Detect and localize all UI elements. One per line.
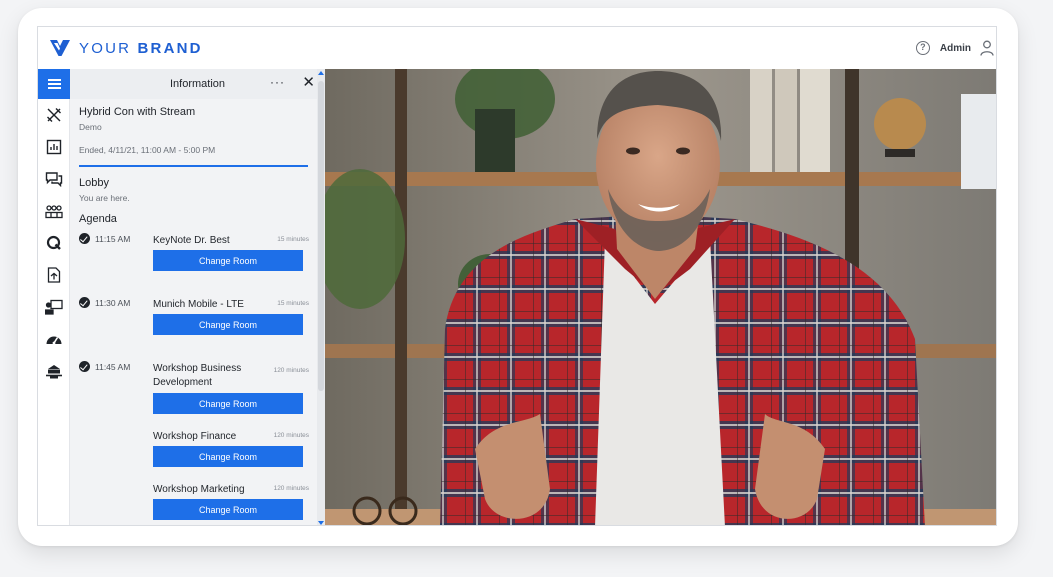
brand-logo[interactable]: YOUR BRAND <box>50 38 203 58</box>
more-options-button[interactable]: ··· <box>270 75 285 89</box>
lobby-subtitle: You are here. <box>79 193 130 203</box>
tools-icon[interactable] <box>38 99 70 131</box>
menu-icon[interactable] <box>38 69 70 99</box>
scroll-thumb[interactable] <box>318 81 324 391</box>
agenda-session-title: KeyNote Dr. Best <box>153 235 230 246</box>
agenda-duration: 120 minutes <box>273 432 309 439</box>
presenter-icon[interactable] <box>38 291 70 323</box>
agenda-time: 11:30 AM <box>95 298 131 308</box>
change-room-button[interactable]: Change Room <box>153 499 303 520</box>
booth-icon[interactable] <box>38 355 70 387</box>
brand-name-light: YOUR <box>79 39 132 57</box>
event-title: Hybrid Con with Stream <box>79 106 196 118</box>
lobby-title[interactable]: Lobby <box>79 177 308 189</box>
panel-body: Hybrid Con with Stream Demo Ended, 4/11/… <box>79 106 309 525</box>
qa-icon[interactable] <box>38 227 70 259</box>
panel-scrollbar[interactable] <box>317 69 325 525</box>
event-subtitle: Demo <box>79 122 102 132</box>
brand-name: YOUR BRAND <box>79 40 203 57</box>
change-room-button[interactable]: Change Room <box>153 393 303 414</box>
panel-title: Information <box>169 78 226 90</box>
agenda-duration: 120 minutes <box>273 367 309 374</box>
dashboard-icon[interactable] <box>38 323 70 355</box>
agenda-duration: 15 minutes <box>277 300 309 307</box>
user-icon[interactable] <box>980 40 994 56</box>
chat-icon[interactable] <box>38 163 70 195</box>
agenda-session-title: Workshop Marketing <box>153 484 245 495</box>
agenda-session-title: Munich Mobile - LTE <box>153 299 244 310</box>
user-name[interactable]: Admin <box>940 43 971 54</box>
check-icon <box>79 361 90 372</box>
event-divider <box>79 165 308 167</box>
brand-name-bold: BRAND <box>137 39 203 57</box>
change-room-button[interactable]: Change Room <box>153 446 303 467</box>
panel-header: Information ··· ✕ <box>70 69 325 99</box>
scroll-down-arrow-icon[interactable] <box>318 521 324 525</box>
agenda-time: 11:15 AM <box>95 234 131 244</box>
chart-icon[interactable] <box>38 131 70 163</box>
app-window: YOUR BRAND ? Admin Information ··· ✕ Hyb… <box>37 26 997 526</box>
agenda-session-title: Workshop Business Development <box>153 363 242 388</box>
agenda-item: 11:15 AM KeyNote Dr. Best 15 minutes Cha… <box>79 233 309 297</box>
agenda-duration: 15 minutes <box>277 236 309 243</box>
agenda-duration: 120 minutes <box>273 485 309 492</box>
speaker-video-stream[interactable] <box>325 69 996 525</box>
check-icon <box>79 297 90 308</box>
agenda-title: Agenda <box>79 213 117 225</box>
change-room-button[interactable]: Change Room <box>153 250 303 271</box>
document-icon[interactable] <box>38 259 70 291</box>
top-bar: YOUR BRAND ? Admin <box>38 27 996 69</box>
brand-v-logo-icon <box>50 40 70 56</box>
sidebar-rail <box>38 69 70 525</box>
event-dates: Ended, 4/11/21, 11:00 AM - 5:00 PM <box>79 145 216 155</box>
agenda-item: Workshop Finance 120 minutes Change Room <box>79 429 309 482</box>
agenda-item: 11:30 AM Munich Mobile - LTE 15 minutes … <box>79 297 309 361</box>
help-icon[interactable]: ? <box>915 41 930 55</box>
information-panel: Information ··· ✕ Hybrid Con with Stream… <box>70 69 325 525</box>
people-icon[interactable] <box>38 195 70 227</box>
close-icon[interactable]: ✕ <box>302 74 315 92</box>
change-room-button[interactable]: Change Room <box>153 314 303 335</box>
agenda-time: 11:45 AM <box>95 362 131 372</box>
agenda-item: Workshop Marketing 120 minutes Change Ro… <box>79 482 309 525</box>
agenda-session-title: Workshop Finance <box>153 431 237 442</box>
agenda-item: 11:45 AM Workshop Business Development 1… <box>79 361 309 429</box>
scroll-up-arrow-icon[interactable] <box>318 71 324 75</box>
check-icon <box>79 233 90 244</box>
top-right-controls: ? Admin <box>915 38 996 58</box>
